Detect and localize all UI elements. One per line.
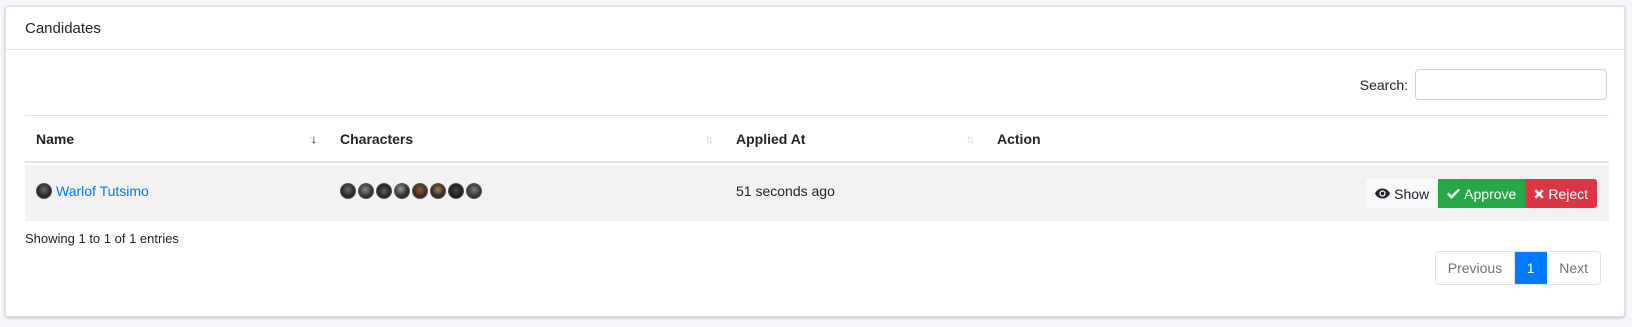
table-row: Warlof Tutsimo 51 seconds ago Show Appro… xyxy=(25,165,1609,221)
reject-button[interactable]: Reject xyxy=(1525,179,1597,208)
eye-icon xyxy=(1375,188,1391,199)
character-portrait-icon[interactable] xyxy=(394,183,410,199)
candidates-card: Candidates Search: Name ↑↓ Characters ↑↓… xyxy=(5,6,1625,317)
card-title: Candidates xyxy=(6,7,1624,50)
character-portrait-icon[interactable] xyxy=(376,183,392,199)
table-header-row: Name ↑↓ Characters ↑↓ Applied At ↑↓ Acti… xyxy=(25,115,1609,163)
character-portrait-icon xyxy=(36,183,52,199)
candidate-name-cell: Warlof Tutsimo xyxy=(25,165,149,217)
approve-button[interactable]: Approve xyxy=(1438,179,1526,208)
check-icon xyxy=(1447,188,1461,199)
column-header-applied-at[interactable]: Applied At xyxy=(725,116,986,162)
sort-desc-icon: ↑↓ xyxy=(308,132,317,146)
column-header-action: Action xyxy=(997,131,1041,147)
table-info: Showing 1 to 1 of 1 entries xyxy=(25,231,179,246)
character-portrait-icon[interactable] xyxy=(340,183,356,199)
pagination: Previous 1 Next xyxy=(1434,251,1601,285)
candidate-name-link[interactable]: Warlof Tutsimo xyxy=(56,183,149,199)
action-buttons: Show Approve Reject xyxy=(1366,179,1597,208)
search-row: Search: xyxy=(1360,69,1607,100)
character-portrait-icon[interactable] xyxy=(412,183,428,199)
applied-at-cell: 51 seconds ago xyxy=(736,183,835,199)
show-button[interactable]: Show xyxy=(1366,179,1439,208)
previous-page-button[interactable]: Previous xyxy=(1436,252,1516,284)
search-input[interactable] xyxy=(1415,69,1607,100)
character-portrait-icon[interactable] xyxy=(448,183,464,199)
character-portrait-icon[interactable] xyxy=(430,183,446,199)
column-header-name[interactable]: Name xyxy=(25,116,329,162)
page-button-current[interactable]: 1 xyxy=(1515,252,1548,284)
column-header-characters[interactable]: Characters xyxy=(329,116,725,162)
character-portrait-icon[interactable] xyxy=(466,183,482,199)
search-label: Search: xyxy=(1359,76,1408,93)
sort-icon: ↑↓ xyxy=(705,132,714,146)
character-portrait-icon[interactable] xyxy=(358,183,374,199)
next-page-button[interactable]: Next xyxy=(1547,252,1600,284)
candidates-table: Name ↑↓ Characters ↑↓ Applied At ↑↓ Acti… xyxy=(25,115,1609,221)
sort-icon: ↑↓ xyxy=(966,132,975,146)
characters-cell xyxy=(329,165,484,217)
close-icon xyxy=(1534,188,1544,199)
